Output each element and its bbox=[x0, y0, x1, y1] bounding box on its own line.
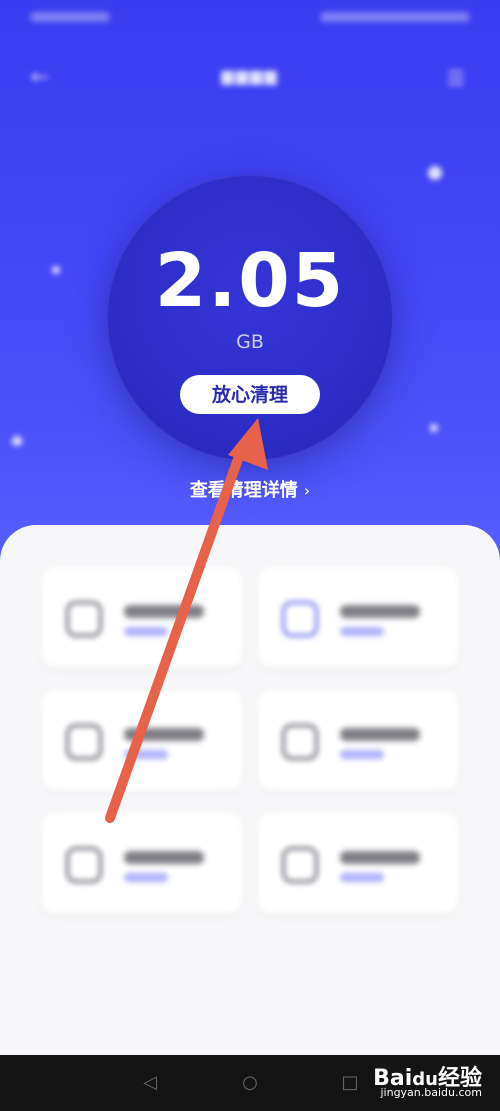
chevron-right-icon: › bbox=[303, 481, 311, 500]
card-title bbox=[124, 605, 204, 618]
nav-back-icon[interactable]: ◁ bbox=[138, 1071, 162, 1095]
card-subtitle bbox=[124, 627, 168, 636]
page-title: ▆▆▆▆ bbox=[221, 66, 279, 85]
status-bar bbox=[0, 8, 500, 28]
card-subtitle bbox=[340, 873, 384, 882]
feature-card[interactable] bbox=[42, 813, 242, 913]
top-bar: ← ▆▆▆▆ ☰ bbox=[0, 60, 500, 96]
card-title bbox=[340, 851, 420, 864]
chart-icon bbox=[66, 724, 102, 760]
feature-card[interactable] bbox=[258, 567, 458, 667]
bell-icon bbox=[66, 601, 102, 637]
sparkle-decoration bbox=[430, 424, 438, 432]
nav-home-icon[interactable]: ○ bbox=[238, 1071, 262, 1095]
card-title bbox=[124, 728, 204, 741]
video-icon bbox=[282, 724, 318, 760]
clean-now-button[interactable]: 放心清理 bbox=[180, 375, 320, 414]
menu-icon[interactable]: ☰ bbox=[444, 66, 468, 90]
view-cleanup-details-link[interactable]: 查看清理详情 › bbox=[0, 476, 500, 502]
wechat-icon bbox=[282, 847, 318, 883]
card-subtitle bbox=[340, 750, 384, 759]
feature-panel bbox=[0, 525, 500, 1055]
status-bar-right bbox=[320, 12, 470, 22]
card-subtitle bbox=[340, 627, 384, 636]
sparkle-decoration bbox=[12, 436, 22, 446]
card-subtitle bbox=[124, 750, 168, 759]
phone-icon bbox=[282, 601, 318, 637]
card-title bbox=[124, 851, 204, 864]
details-link-label: 查看清理详情 bbox=[189, 480, 298, 501]
feature-card[interactable] bbox=[42, 690, 242, 790]
card-title bbox=[340, 605, 420, 618]
feature-card[interactable] bbox=[258, 690, 458, 790]
status-bar-left bbox=[30, 12, 110, 22]
card-subtitle bbox=[124, 873, 168, 882]
hero-header: ← ▆▆▆▆ ☰ 2.05 GB 放心清理 查看清理详情 › bbox=[0, 0, 500, 600]
qq-icon bbox=[66, 847, 102, 883]
nav-recents-icon[interactable]: □ bbox=[338, 1071, 362, 1095]
sparkle-decoration bbox=[428, 166, 442, 180]
feature-card[interactable] bbox=[42, 567, 242, 667]
watermark-url: jingyan.baidu.com bbox=[380, 1086, 482, 1099]
card-title bbox=[340, 728, 420, 741]
junk-size-unit: GB bbox=[236, 331, 264, 353]
junk-size-value: 2.05 bbox=[154, 238, 346, 324]
feature-card[interactable] bbox=[258, 813, 458, 913]
